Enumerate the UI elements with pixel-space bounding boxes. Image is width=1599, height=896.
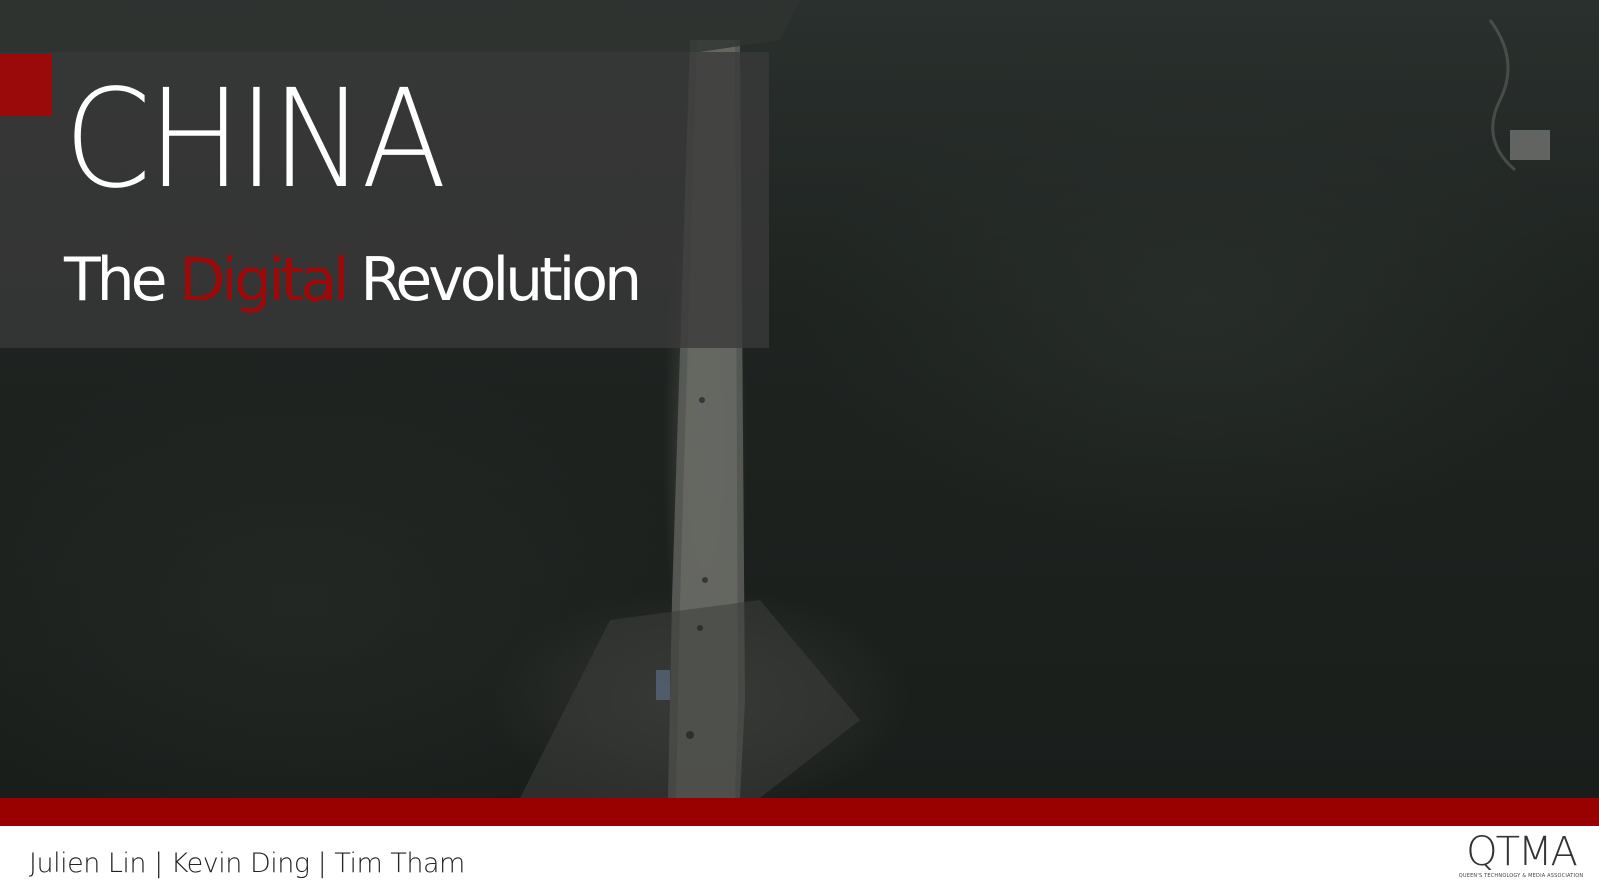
- slide-subtitle: The Digital Revolution: [64, 245, 642, 315]
- logo-mark: QTMA: [1466, 829, 1578, 875]
- subtitle-accent-word: Digital: [178, 245, 350, 315]
- slide: CHINA The Digital Revolution Julien Lin …: [0, 0, 1599, 896]
- qtma-logo: QTMA Queen's Technology & Media Associat…: [1458, 832, 1584, 888]
- subtitle-tail: Revolution: [345, 245, 642, 315]
- authors-line: Julien Lin | Kevin Ding | Tim Tham: [29, 848, 465, 879]
- subtitle-lead: The: [64, 245, 179, 315]
- footer-accent-bar: [0, 798, 1599, 826]
- slide-title: CHINA: [64, 61, 447, 219]
- logo-tagline: Queen's Technology & Media Association: [1458, 873, 1584, 879]
- accent-square: [0, 53, 52, 116]
